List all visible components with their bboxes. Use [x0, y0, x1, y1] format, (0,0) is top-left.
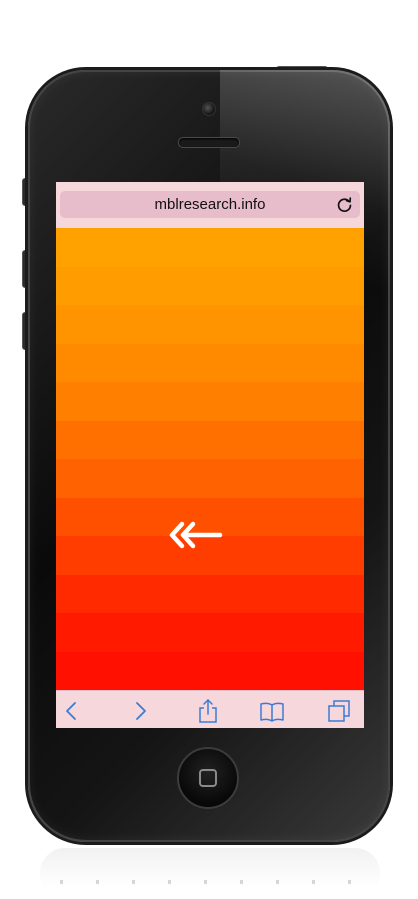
reflection-dots — [60, 880, 360, 884]
gradient-band — [56, 651, 364, 690]
phone-screen: mblresearch.info — [56, 182, 364, 728]
gradient-band — [56, 574, 364, 613]
address-bar-url[interactable]: mblresearch.info — [60, 191, 360, 218]
gradient-band — [56, 305, 364, 344]
phone-reflection — [40, 848, 380, 898]
browser-header: mblresearch.info — [56, 182, 364, 228]
earpiece-speaker — [178, 137, 240, 148]
double-chevron-left-arrow-icon — [169, 521, 223, 549]
home-button[interactable] — [177, 747, 239, 809]
tabs-icon[interactable] — [326, 698, 352, 724]
reload-icon[interactable] — [336, 196, 353, 213]
gradient-band — [56, 382, 364, 421]
gradient-bands — [56, 228, 364, 690]
share-icon[interactable] — [195, 698, 221, 724]
book-icon[interactable] — [259, 698, 285, 724]
page-content[interactable] — [56, 228, 364, 690]
chevron-left-icon[interactable] — [59, 698, 85, 724]
address-bar[interactable]: mblresearch.info — [60, 191, 360, 218]
gradient-band — [56, 613, 364, 652]
chevron-right-icon[interactable] — [127, 698, 153, 724]
front-camera-icon — [202, 102, 216, 116]
gradient-band — [56, 228, 364, 267]
gradient-band — [56, 266, 364, 305]
gradient-band — [56, 420, 364, 459]
gradient-band — [56, 459, 364, 498]
home-square-icon — [199, 769, 217, 787]
stage: mblresearch.info — [0, 0, 418, 899]
browser-toolbar — [56, 690, 364, 728]
gradient-band — [56, 343, 364, 382]
